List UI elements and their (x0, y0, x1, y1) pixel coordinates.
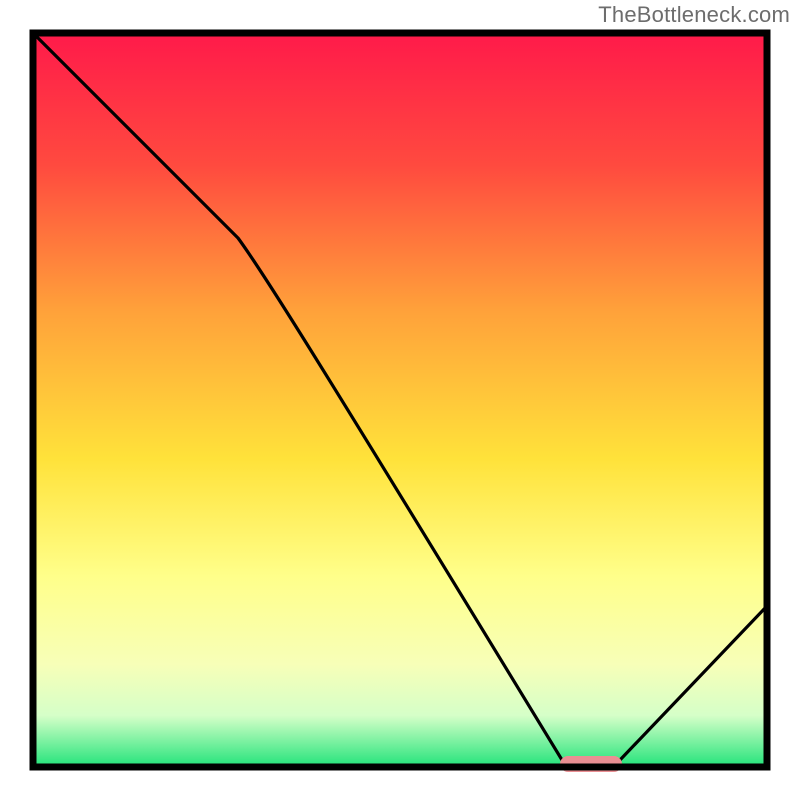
plot-area (33, 33, 767, 772)
chart-svg (0, 0, 800, 800)
watermark-text: TheBottleneck.com (598, 2, 790, 28)
bottleneck-chart: TheBottleneck.com (0, 0, 800, 800)
